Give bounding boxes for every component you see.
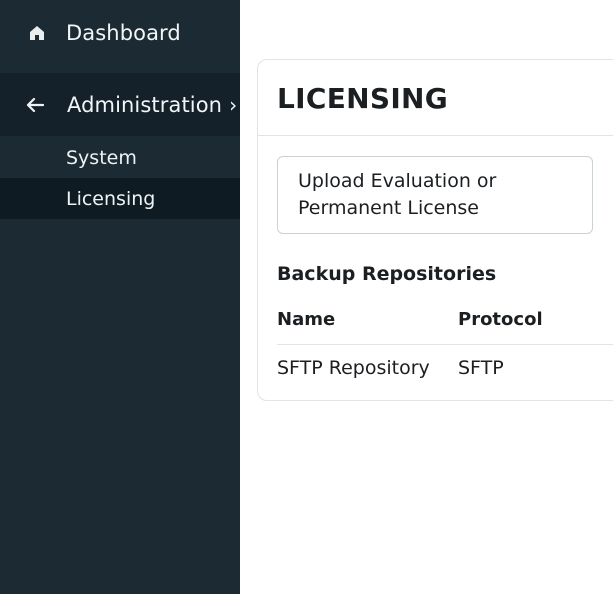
- column-header-protocol: Protocol: [458, 309, 543, 330]
- column-header-name: Name: [277, 309, 336, 330]
- sidebar-item-label: System: [66, 147, 137, 169]
- divider: [277, 344, 613, 345]
- upload-license-button-line2: Permanent License: [298, 197, 479, 219]
- chevron-right-icon: ›: [229, 92, 238, 117]
- sidebar-item-system[interactable]: System: [0, 138, 240, 178]
- divider: [258, 135, 613, 136]
- sidebar-item-label: Licensing: [66, 187, 156, 210]
- upload-license-button[interactable]: Upload Evaluation or Permanent License: [277, 156, 593, 234]
- licensing-panel: LICENSING Upload Evaluation or Permanent…: [257, 59, 613, 401]
- upload-license-button-line1: Upload Evaluation or: [298, 170, 497, 192]
- sidebar-item-dashboard[interactable]: Dashboard: [0, 0, 240, 66]
- table-cell-protocol: SFTP: [458, 357, 504, 379]
- sidebar: Dashboard Administration › System Licens…: [0, 0, 240, 594]
- sidebar-item-label: Administration: [67, 92, 223, 117]
- section-heading: Backup Repositories: [277, 263, 497, 285]
- arrow-left-icon: [24, 94, 46, 116]
- app-window: Dashboard Administration › System Licens…: [0, 0, 613, 594]
- home-icon: [26, 22, 48, 44]
- sidebar-item-licensing[interactable]: Licensing: [0, 178, 240, 219]
- sidebar-item-administration[interactable]: Administration ›: [0, 73, 240, 136]
- table-cell-name[interactable]: SFTP Repository: [277, 357, 430, 379]
- sidebar-item-label: Dashboard: [66, 21, 181, 45]
- page-title: LICENSING: [277, 82, 449, 115]
